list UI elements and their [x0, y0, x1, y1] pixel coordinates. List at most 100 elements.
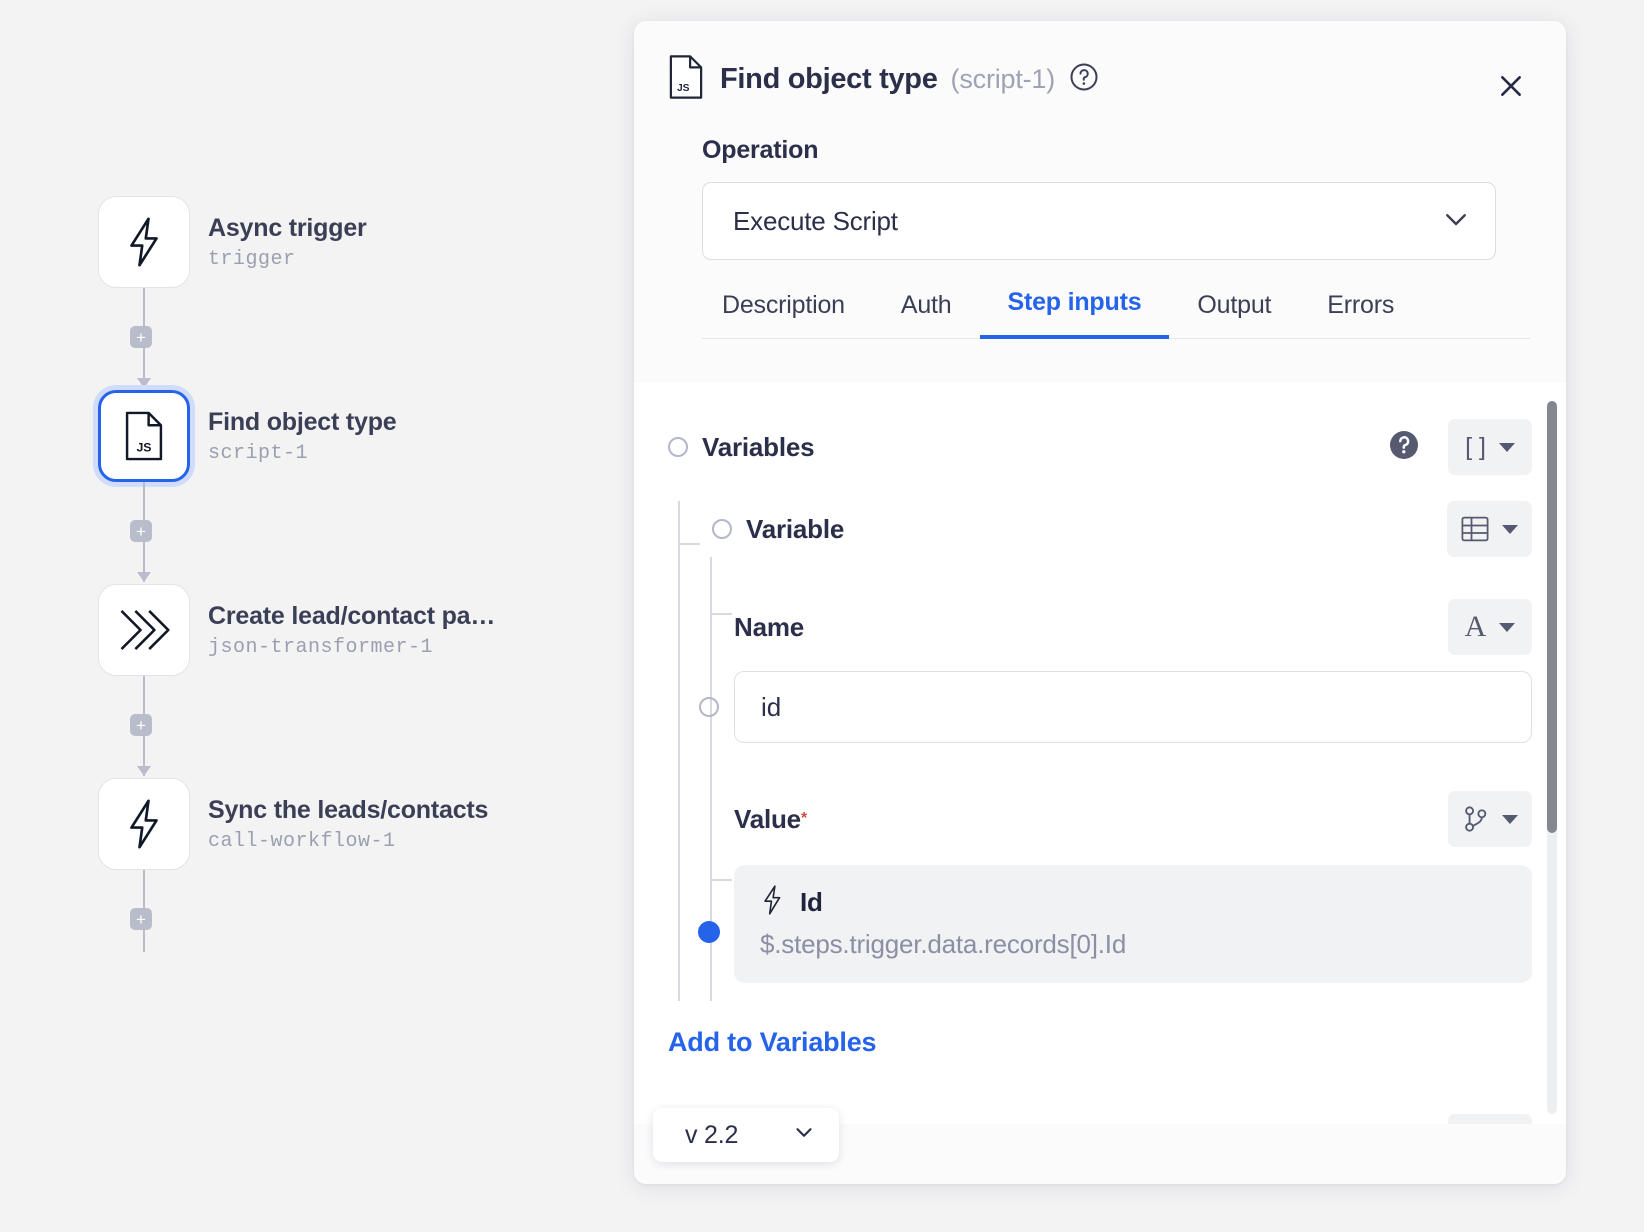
field-variable: Variable — [668, 501, 1532, 557]
field-name: Name A — [668, 599, 1532, 655]
value-label: Value — [734, 803, 801, 834]
add-step-button[interactable]: + — [130, 908, 152, 930]
node-title: Create lead/contact pa… — [208, 601, 496, 630]
connector-2: + — [98, 482, 190, 584]
node-id: trigger — [208, 247, 296, 271]
chevron-down-icon — [1499, 622, 1516, 632]
add-to-variables-link[interactable]: Add to Variables — [668, 1027, 877, 1058]
version-label: v 2.2 — [685, 1120, 739, 1149]
field-bullet-icon — [712, 519, 732, 539]
tree-branch-value — [710, 879, 732, 881]
lightning-icon — [130, 217, 158, 267]
node-icon-box[interactable] — [98, 778, 190, 870]
reference-header: Id — [760, 885, 1506, 920]
object-type-selector[interactable] — [1447, 501, 1532, 557]
step-inputs-form: Variables [ ] Variable Name A id Value *… — [634, 383, 1566, 1124]
string-type-selector[interactable]: A — [1448, 1114, 1532, 1124]
node-text: Create lead/contact pa… json-transformer… — [208, 602, 495, 659]
letter-a-icon: A — [1464, 610, 1487, 643]
git-branch-icon — [1463, 805, 1489, 833]
add-step-button[interactable]: + — [130, 326, 152, 348]
reference-path: $.steps.trigger.data.records[0].Id — [760, 929, 1127, 959]
js-file-icon: JS — [125, 411, 163, 461]
value-reference-chip[interactable]: Id $.steps.trigger.data.records[0].Id — [698, 865, 1532, 983]
field-variables: Variables [ ] — [668, 419, 1532, 475]
operation-select[interactable]: Execute Script — [702, 182, 1496, 260]
tab-errors[interactable]: Errors — [1299, 291, 1422, 338]
node-id: call-workflow-1 — [208, 829, 396, 853]
connector-3: + — [98, 676, 190, 778]
reference-type-selector[interactable] — [1448, 791, 1532, 847]
string-type-selector[interactable]: A — [1448, 599, 1532, 655]
connector-arrow-icon — [137, 572, 151, 582]
node-icon-box[interactable] — [98, 584, 190, 676]
chevron-down-icon — [1501, 814, 1518, 824]
chevron-down-icon — [1498, 442, 1515, 452]
operation-value: Execute Script — [733, 205, 898, 236]
chevron-down-icon — [791, 1119, 817, 1152]
js-file-icon: JS — [668, 55, 704, 104]
connector-1: + — [98, 288, 190, 390]
workflow-node-json-transformer-1[interactable]: Create lead/contact pa… json-transformer… — [98, 584, 495, 676]
form-scrollbar-thumb[interactable] — [1547, 401, 1557, 833]
field-bullet-icon — [699, 697, 719, 717]
panel-header: JS Find object type (script-1) Operation… — [634, 21, 1566, 339]
workflow-node-trigger[interactable]: Async trigger trigger — [98, 196, 495, 288]
lightning-icon — [130, 799, 158, 849]
connector-arrow-icon — [137, 378, 151, 388]
connector-4: + — [98, 870, 190, 972]
field-value: Value * — [668, 791, 1532, 847]
form-content: Variables [ ] Variable Name A id Value *… — [634, 383, 1566, 1124]
svg-text:JS: JS — [677, 83, 690, 94]
tree-line-outer — [678, 501, 680, 1001]
tab-auth[interactable]: Auth — [873, 291, 980, 338]
node-title: Sync the leads/contacts — [208, 795, 489, 824]
help-circle-icon[interactable] — [1069, 62, 1099, 97]
form-scrollbar-track[interactable] — [1547, 401, 1557, 1114]
help-circle-filled-icon[interactable] — [1388, 429, 1420, 466]
close-button[interactable] — [1494, 69, 1528, 103]
svg-text:JS: JS — [136, 440, 151, 454]
workflow-node-script-1[interactable]: JS Find object type script-1 — [98, 390, 495, 482]
chevron-down-icon — [1441, 204, 1471, 239]
operation-label: Operation — [702, 136, 819, 164]
node-text: Find object type script-1 — [208, 408, 396, 465]
tab-step-inputs[interactable]: Step inputs — [979, 288, 1170, 339]
array-brackets-icon: [ ] — [1465, 432, 1486, 461]
node-icon-box[interactable] — [98, 196, 190, 288]
variables-tree: Variable Name A id Value * Id $.steps.tr… — [668, 501, 1532, 1001]
chevron-down-icon — [1502, 524, 1518, 534]
workflow-node-list: Async trigger trigger + JS Find object t… — [98, 196, 495, 972]
tab-description[interactable]: Description — [702, 291, 873, 338]
node-text: Sync the leads/contacts call-workflow-1 — [208, 796, 488, 853]
version-selector[interactable]: v 2.2 — [653, 1108, 839, 1162]
page-title: Find object type — [720, 63, 938, 95]
variable-name-input[interactable]: id — [699, 671, 1532, 743]
table-icon — [1461, 516, 1489, 542]
close-icon — [1501, 76, 1521, 96]
node-title: Find object type — [208, 407, 397, 436]
connected-dot-icon — [698, 921, 720, 943]
panel-title-row: JS Find object type (script-1) — [668, 55, 1530, 104]
node-text: Async trigger trigger — [208, 214, 367, 271]
connector-arrow-icon — [137, 766, 151, 776]
workflow-node-call-workflow-1[interactable]: Sync the leads/contacts call-workflow-1 — [98, 778, 495, 870]
add-step-button[interactable]: + — [130, 520, 152, 542]
node-icon-box-selected[interactable]: JS — [98, 390, 190, 482]
variable-label: Variable — [746, 513, 845, 544]
reference-name: Id — [800, 887, 823, 917]
app-root: Async trigger trigger + JS Find object t… — [0, 0, 1644, 1232]
node-id: json-transformer-1 — [208, 635, 434, 659]
step-config-panel: JS Find object type (script-1) Operation… — [634, 21, 1566, 1184]
variable-name-value: id — [761, 691, 782, 722]
node-id: script-1 — [208, 441, 309, 465]
node-title: Async trigger — [208, 213, 367, 242]
tab-output[interactable]: Output — [1169, 291, 1299, 338]
array-type-selector[interactable]: [ ] — [1448, 419, 1532, 475]
chevrons-right-icon — [120, 610, 170, 650]
variables-label: Variables — [702, 431, 815, 462]
add-step-button[interactable]: + — [130, 714, 152, 736]
workflow-canvas[interactable]: Async trigger trigger + JS Find object t… — [0, 0, 640, 1232]
step-id-label: (script-1) — [950, 64, 1056, 94]
lightning-icon — [760, 885, 784, 920]
